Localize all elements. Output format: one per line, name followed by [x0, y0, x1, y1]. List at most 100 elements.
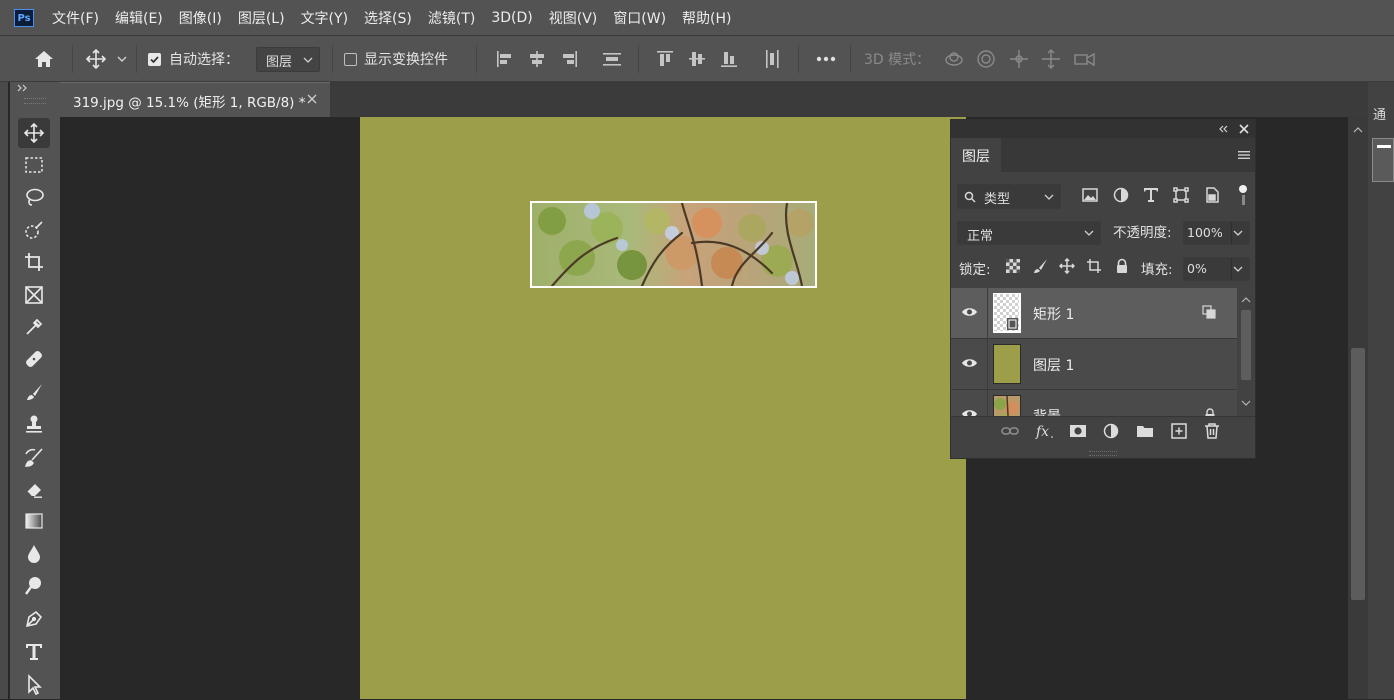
auto-select-target-dropdown[interactable]: 图层 — [256, 47, 320, 72]
new-adjustment-layer-icon[interactable] — [1102, 422, 1122, 442]
layer-name[interactable]: 图层 1 — [1033, 355, 1074, 375]
add-layer-mask-icon[interactable] — [1069, 422, 1089, 442]
eyedropper-tool[interactable] — [18, 312, 50, 342]
layer-name[interactable]: 背景 — [1033, 406, 1061, 416]
delete-layer-trash-icon[interactable] — [1203, 422, 1223, 442]
layers-tab[interactable]: 图层 — [951, 138, 1001, 172]
scroll-up-icon[interactable] — [1241, 296, 1251, 303]
menu-file[interactable]: 文件(F) — [52, 8, 99, 28]
filter-smart-objects-icon[interactable] — [1203, 186, 1223, 206]
layer-name[interactable]: 矩形 1 — [1033, 304, 1074, 324]
layer-row[interactable]: 矩形 1 — [951, 288, 1237, 338]
channels-tab-label[interactable]: 通 — [1373, 104, 1386, 123]
layer-row[interactable]: 背景 — [951, 390, 1237, 416]
menu-edit[interactable]: 编辑(E) — [115, 8, 163, 28]
align-bottom-edges-icon[interactable] — [719, 48, 741, 70]
align-top-edges-icon[interactable] — [655, 48, 677, 70]
document-tab[interactable]: 319.jpg @ 15.1% (矩形 1, RGB/8) * — [60, 82, 330, 117]
blur-tool[interactable] — [18, 539, 50, 569]
visibility-eye-icon[interactable] — [961, 306, 978, 318]
tree-photo[interactable] — [530, 201, 817, 288]
menu-layer[interactable]: 图层(L) — [238, 8, 285, 28]
new-layer-icon[interactable] — [1170, 422, 1190, 442]
more-options-icon[interactable] — [815, 48, 837, 70]
healing-brush-tool[interactable] — [18, 344, 50, 374]
collapse-toolbar-icon[interactable] — [17, 84, 29, 92]
panel-menu-icon[interactable] — [1238, 150, 1250, 160]
menu-window[interactable]: 窗口(W) — [613, 8, 666, 28]
layer-row[interactable]: 图层 1 — [951, 339, 1237, 389]
move-tool-icon[interactable] — [85, 48, 107, 70]
lock-position-icon[interactable] — [1059, 258, 1079, 278]
3d-camera-icon[interactable] — [1073, 48, 1095, 70]
layer-list-scroll-thumb[interactable] — [1241, 310, 1251, 380]
new-group-folder-icon[interactable] — [1136, 422, 1156, 442]
distribute-horizontal-icon[interactable] — [761, 48, 783, 70]
frame-tool[interactable] — [18, 280, 50, 310]
3d-slide-icon[interactable] — [1040, 48, 1062, 70]
gradient-tool[interactable] — [18, 506, 50, 536]
dodge-tool[interactable] — [18, 571, 50, 601]
align-left-edges-icon[interactable] — [495, 48, 517, 70]
collapse-panel-icon[interactable] — [1218, 125, 1228, 133]
brush-tool[interactable] — [18, 377, 50, 407]
menu-image[interactable]: 图像(I) — [179, 8, 222, 28]
align-horizontal-centers-icon[interactable] — [527, 48, 549, 70]
stamp-icon — [26, 415, 42, 433]
visibility-eye-icon[interactable] — [961, 357, 978, 369]
eraser-tool[interactable] — [18, 474, 50, 504]
menu-3d[interactable]: 3D(D) — [491, 10, 532, 26]
scroll-down-icon[interactable] — [1241, 400, 1251, 407]
crop-tool[interactable] — [18, 247, 50, 277]
align-vertical-centers-icon[interactable] — [687, 48, 709, 70]
visibility-eye-icon[interactable] — [961, 408, 978, 416]
3d-pan-icon[interactable] — [1008, 48, 1030, 70]
filter-pixel-layers-icon[interactable] — [1081, 186, 1101, 206]
distribute-vertical-icon[interactable] — [601, 48, 623, 70]
show-transform-checkbox[interactable] — [344, 53, 357, 66]
auto-select-checkbox[interactable] — [148, 53, 161, 66]
panel-resize-grip[interactable] — [1089, 451, 1117, 456]
layers-panel-title-strip[interactable] — [951, 120, 1255, 138]
opacity-field[interactable]: 100% — [1183, 221, 1250, 245]
lock-transparent-pixels-icon[interactable] — [1005, 258, 1025, 278]
3d-orbit-icon[interactable] — [943, 48, 965, 70]
scroll-up-icon[interactable] — [1353, 126, 1363, 133]
menu-filter[interactable]: 滤镜(T) — [428, 8, 475, 28]
clone-stamp-tool[interactable] — [18, 409, 50, 439]
fill-field[interactable]: 0% — [1183, 257, 1250, 281]
link-layers-icon[interactable] — [1001, 422, 1021, 442]
lock-image-pixels-icon[interactable] — [1032, 258, 1052, 278]
fx-layer-style-icon[interactable]: fx — [1035, 422, 1055, 442]
pen-tool[interactable] — [18, 604, 50, 634]
lasso-tool[interactable] — [18, 182, 50, 212]
marquee-tool[interactable] — [18, 150, 50, 180]
align-right-edges-icon[interactable] — [559, 48, 581, 70]
tool-preset-chevron-down-icon[interactable] — [117, 55, 127, 63]
filter-toggle-switch[interactable] — [1239, 185, 1247, 205]
menu-help[interactable]: 帮助(H) — [682, 8, 731, 28]
filter-adjustment-layers-icon[interactable] — [1112, 186, 1132, 206]
filter-type-layers-icon[interactable] — [1142, 186, 1162, 206]
close-tab-icon[interactable] — [307, 94, 317, 104]
layer-list-scrollbar[interactable] — [1237, 288, 1255, 416]
lock-artboard-icon[interactable] — [1086, 258, 1106, 278]
path-selection-tool[interactable] — [18, 670, 50, 700]
lock-all-icon[interactable] — [1114, 258, 1134, 278]
history-brush-tool[interactable] — [18, 442, 50, 472]
3d-roll-icon[interactable] — [975, 48, 997, 70]
collapsed-panel-thumbnail[interactable] — [1372, 138, 1394, 182]
home-icon[interactable] — [33, 48, 55, 70]
menu-type[interactable]: 文字(Y) — [301, 8, 348, 28]
layer-filter-dropdown[interactable]: 类型 — [957, 184, 1061, 209]
toolbar-grip[interactable] — [24, 98, 46, 104]
menu-view[interactable]: 视图(V) — [549, 8, 598, 28]
quick-selection-tool[interactable] — [18, 215, 50, 245]
blend-mode-dropdown[interactable]: 正常 — [957, 221, 1101, 245]
filter-shape-layers-icon[interactable] — [1172, 186, 1192, 206]
scrollbar-thumb[interactable] — [1351, 348, 1365, 600]
type-tool[interactable] — [18, 637, 50, 667]
move-tool[interactable] — [18, 118, 50, 148]
menu-select[interactable]: 选择(S) — [364, 8, 412, 28]
close-panel-icon[interactable] — [1239, 124, 1249, 134]
